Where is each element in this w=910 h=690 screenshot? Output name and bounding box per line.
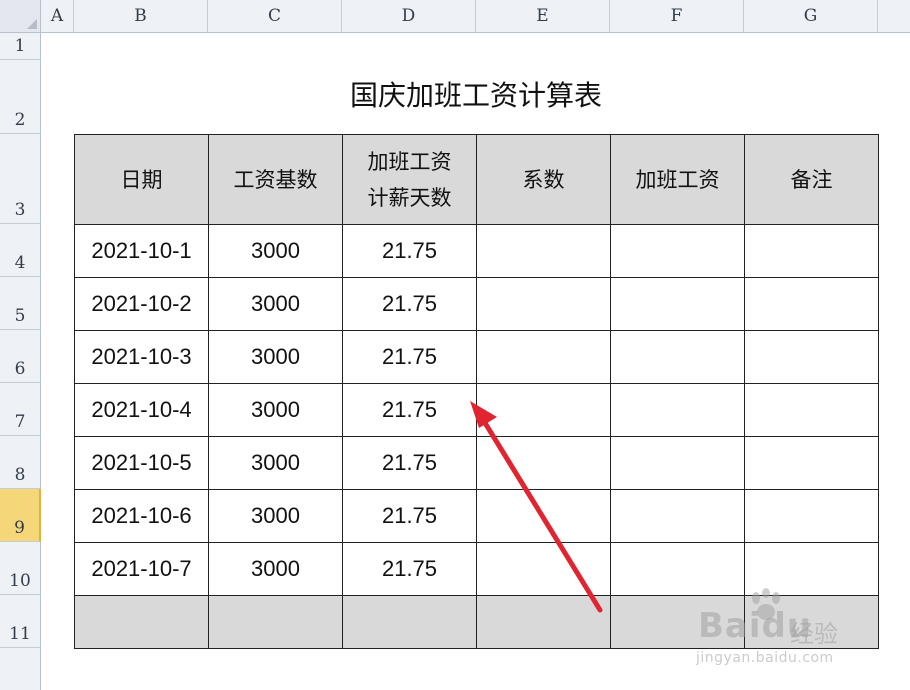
- base-salary-cell[interactable]: 3000: [208, 436, 343, 490]
- remarks-cell[interactable]: [744, 224, 879, 278]
- spreadsheet: A B C D E F G 1 2 3 4 5 6 7 8 9 10 11 国庆…: [0, 0, 910, 690]
- coefficient-cell[interactable]: [476, 330, 611, 384]
- remarks-cell[interactable]: [744, 330, 879, 384]
- total-cell[interactable]: [74, 595, 209, 649]
- base-salary-cell[interactable]: 3000: [208, 383, 343, 437]
- remarks-cell[interactable]: [744, 436, 879, 490]
- coefficient-cell[interactable]: [476, 383, 611, 437]
- select-all-triangle-icon: [27, 19, 37, 29]
- column-header-h[interactable]: [878, 0, 910, 33]
- pay-days-cell[interactable]: 21.75: [342, 436, 477, 490]
- pay-days-cell[interactable]: 21.75: [342, 277, 477, 331]
- pay-days-cell[interactable]: 21.75: [342, 224, 477, 278]
- baidu-jingyan-watermark: Baidu 经验 jingyan.baidu.com: [690, 588, 890, 678]
- header-cell-pay-days[interactable]: 加班工资 计薪天数: [342, 134, 477, 225]
- overtime-pay-cell[interactable]: [610, 224, 745, 278]
- coefficient-cell[interactable]: [476, 277, 611, 331]
- watermark-url: jingyan.baidu.com: [696, 650, 834, 666]
- date-cell[interactable]: 2021-10-7: [74, 542, 209, 596]
- pay-days-cell[interactable]: 21.75: [342, 542, 477, 596]
- row-header-5[interactable]: 5: [0, 277, 41, 330]
- column-header-g[interactable]: G: [744, 0, 878, 33]
- row-header-7[interactable]: 7: [0, 383, 41, 436]
- column-header-c[interactable]: C: [208, 0, 342, 33]
- row-header-1[interactable]: 1: [0, 33, 41, 60]
- row-header-2[interactable]: 2: [0, 60, 41, 134]
- row-header-12[interactable]: [0, 648, 41, 690]
- table-row: 2021-10-3 3000 21.75: [74, 330, 879, 384]
- total-cell[interactable]: [342, 595, 477, 649]
- coefficient-cell[interactable]: [476, 436, 611, 490]
- date-cell[interactable]: 2021-10-3: [74, 330, 209, 384]
- pay-days-cell[interactable]: 21.75: [342, 489, 477, 543]
- date-cell[interactable]: 2021-10-6: [74, 489, 209, 543]
- pay-days-cell[interactable]: 21.75: [342, 383, 477, 437]
- overtime-pay-cell[interactable]: [610, 436, 745, 490]
- base-salary-cell[interactable]: 3000: [208, 277, 343, 331]
- base-salary-cell[interactable]: 3000: [208, 330, 343, 384]
- row-header-6[interactable]: 6: [0, 330, 41, 383]
- table-row: 2021-10-6 3000 21.75: [74, 489, 879, 543]
- base-salary-cell[interactable]: 3000: [208, 224, 343, 278]
- table-row: 2021-10-5 3000 21.75: [74, 436, 879, 490]
- pay-days-cell[interactable]: 21.75: [342, 330, 477, 384]
- column-header-d[interactable]: D: [342, 0, 476, 33]
- row-header-4[interactable]: 4: [0, 224, 41, 277]
- header-cell-coefficient[interactable]: 系数: [476, 134, 611, 225]
- overtime-pay-cell[interactable]: [610, 330, 745, 384]
- date-cell[interactable]: 2021-10-1: [74, 224, 209, 278]
- date-cell[interactable]: 2021-10-2: [74, 277, 209, 331]
- header-cell-remarks[interactable]: 备注: [744, 134, 879, 225]
- total-cell[interactable]: [476, 595, 611, 649]
- header-cell-date[interactable]: 日期: [74, 134, 209, 225]
- overtime-pay-cell[interactable]: [610, 489, 745, 543]
- table-row: 2021-10-1 3000 21.75: [74, 224, 879, 278]
- column-header-e[interactable]: E: [476, 0, 610, 33]
- sheet-title[interactable]: 国庆加班工资计算表: [74, 70, 878, 122]
- header-cell-base-salary[interactable]: 工资基数: [208, 134, 343, 225]
- base-salary-cell[interactable]: 3000: [208, 542, 343, 596]
- date-cell[interactable]: 2021-10-5: [74, 436, 209, 490]
- overtime-pay-cell[interactable]: [610, 277, 745, 331]
- header-cell-overtime-pay[interactable]: 加班工资: [610, 134, 745, 225]
- row-header-9[interactable]: 9: [0, 489, 41, 542]
- coefficient-cell[interactable]: [476, 224, 611, 278]
- coefficient-cell[interactable]: [476, 542, 611, 596]
- overtime-pay-cell[interactable]: [610, 383, 745, 437]
- column-header-a[interactable]: A: [41, 0, 74, 33]
- table-row: 2021-10-4 3000 21.75: [74, 383, 879, 437]
- total-cell[interactable]: [208, 595, 343, 649]
- date-cell[interactable]: 2021-10-4: [74, 383, 209, 437]
- header-row: 日期 工资基数 加班工资 计薪天数 系数 加班工资 备注: [74, 134, 879, 225]
- remarks-cell[interactable]: [744, 383, 879, 437]
- row-header-8[interactable]: 8: [0, 436, 41, 489]
- row-header-10[interactable]: 10: [0, 542, 41, 595]
- base-salary-cell[interactable]: 3000: [208, 489, 343, 543]
- select-all-corner[interactable]: [0, 0, 41, 33]
- column-header-f[interactable]: F: [610, 0, 744, 33]
- coefficient-cell[interactable]: [476, 489, 611, 543]
- row-header-3[interactable]: 3: [0, 134, 41, 224]
- column-header-b[interactable]: B: [74, 0, 208, 33]
- remarks-cell[interactable]: [744, 489, 879, 543]
- table-row: 2021-10-2 3000 21.75: [74, 277, 879, 331]
- paw-icon: [752, 588, 780, 620]
- remarks-cell[interactable]: [744, 277, 879, 331]
- watermark-cn: 经验: [790, 620, 838, 648]
- row-header-11[interactable]: 11: [0, 595, 41, 648]
- salary-table: 日期 工资基数 加班工资 计薪天数 系数 加班工资 备注 2021-10-1 30…: [74, 134, 879, 649]
